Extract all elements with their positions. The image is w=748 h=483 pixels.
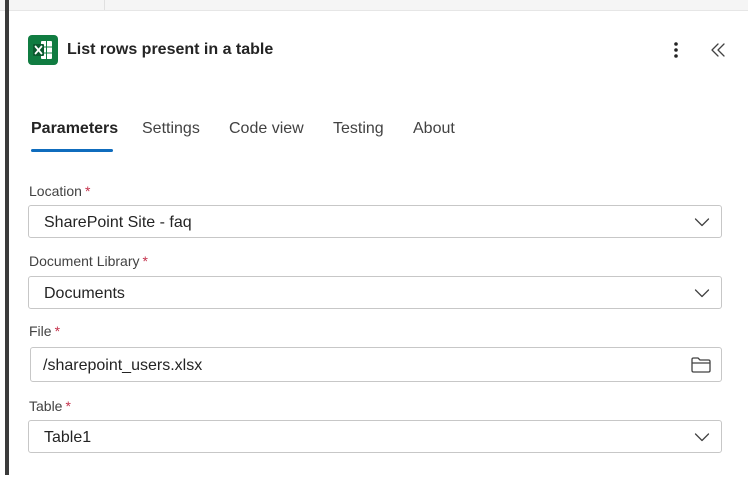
more-vertical-icon [674,42,678,58]
chevron-down-icon [694,218,710,227]
tab-about[interactable]: About [413,118,455,140]
file-label: File * [29,322,60,340]
tab-code-view[interactable]: Code view [229,118,304,140]
folder-icon[interactable] [690,355,712,375]
required-asterisk: * [65,398,71,414]
collapse-panel-button[interactable] [705,37,731,63]
table-value: Table1 [44,429,92,446]
location-value: SharePoint Site - faq [44,214,192,231]
tab-parameters[interactable]: Parameters [31,118,118,140]
active-tab-indicator [31,149,113,152]
file-field[interactable]: /sharepoint_users.xlsx [30,347,722,382]
left-border [5,0,9,475]
chevron-down-icon [694,433,710,442]
table-label: Table * [29,397,71,415]
double-chevron-left-icon [711,43,725,57]
document-library-label-text: Document Library [29,253,140,269]
chevron-down-icon [694,289,710,298]
location-dropdown[interactable]: SharePoint Site - faq [28,205,722,238]
top-strip-divider [104,0,105,10]
table-label-text: Table [29,398,63,414]
more-options-button[interactable] [664,37,688,63]
tab-testing[interactable]: Testing [333,118,384,140]
table-dropdown[interactable]: Table1 [28,420,722,453]
top-strip [0,0,748,11]
file-label-text: File [29,323,52,339]
document-library-value: Documents [44,285,125,302]
excel-icon [28,35,58,65]
required-asterisk: * [54,323,61,339]
location-label-text: Location [29,183,82,199]
tab-settings[interactable]: Settings [142,118,200,140]
file-value: /sharepoint_users.xlsx [43,357,203,374]
document-library-dropdown[interactable]: Documents [28,276,722,309]
required-asterisk: * [84,183,91,199]
action-title: List rows present in a table [67,41,274,58]
location-label: Location * [29,182,90,200]
required-asterisk: * [142,253,148,269]
document-library-label: Document Library * [29,252,148,270]
